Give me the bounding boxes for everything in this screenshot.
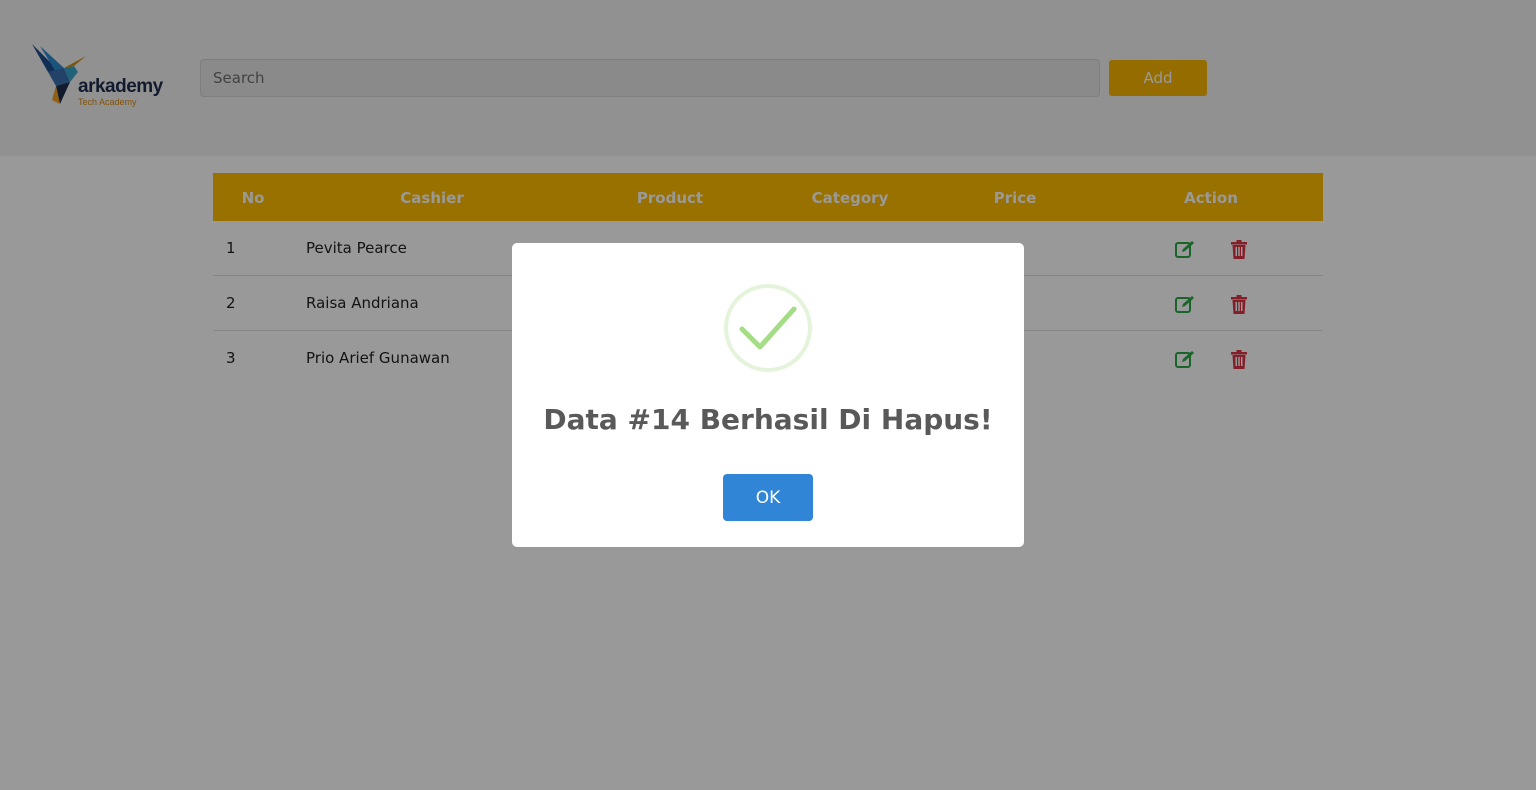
success-check-icon — [739, 306, 797, 350]
ok-button[interactable]: OK — [723, 474, 813, 521]
dialog-title: Data #14 Berhasil Di Hapus! — [543, 403, 993, 436]
success-dialog: Data #14 Berhasil Di Hapus! OK — [512, 243, 1024, 547]
